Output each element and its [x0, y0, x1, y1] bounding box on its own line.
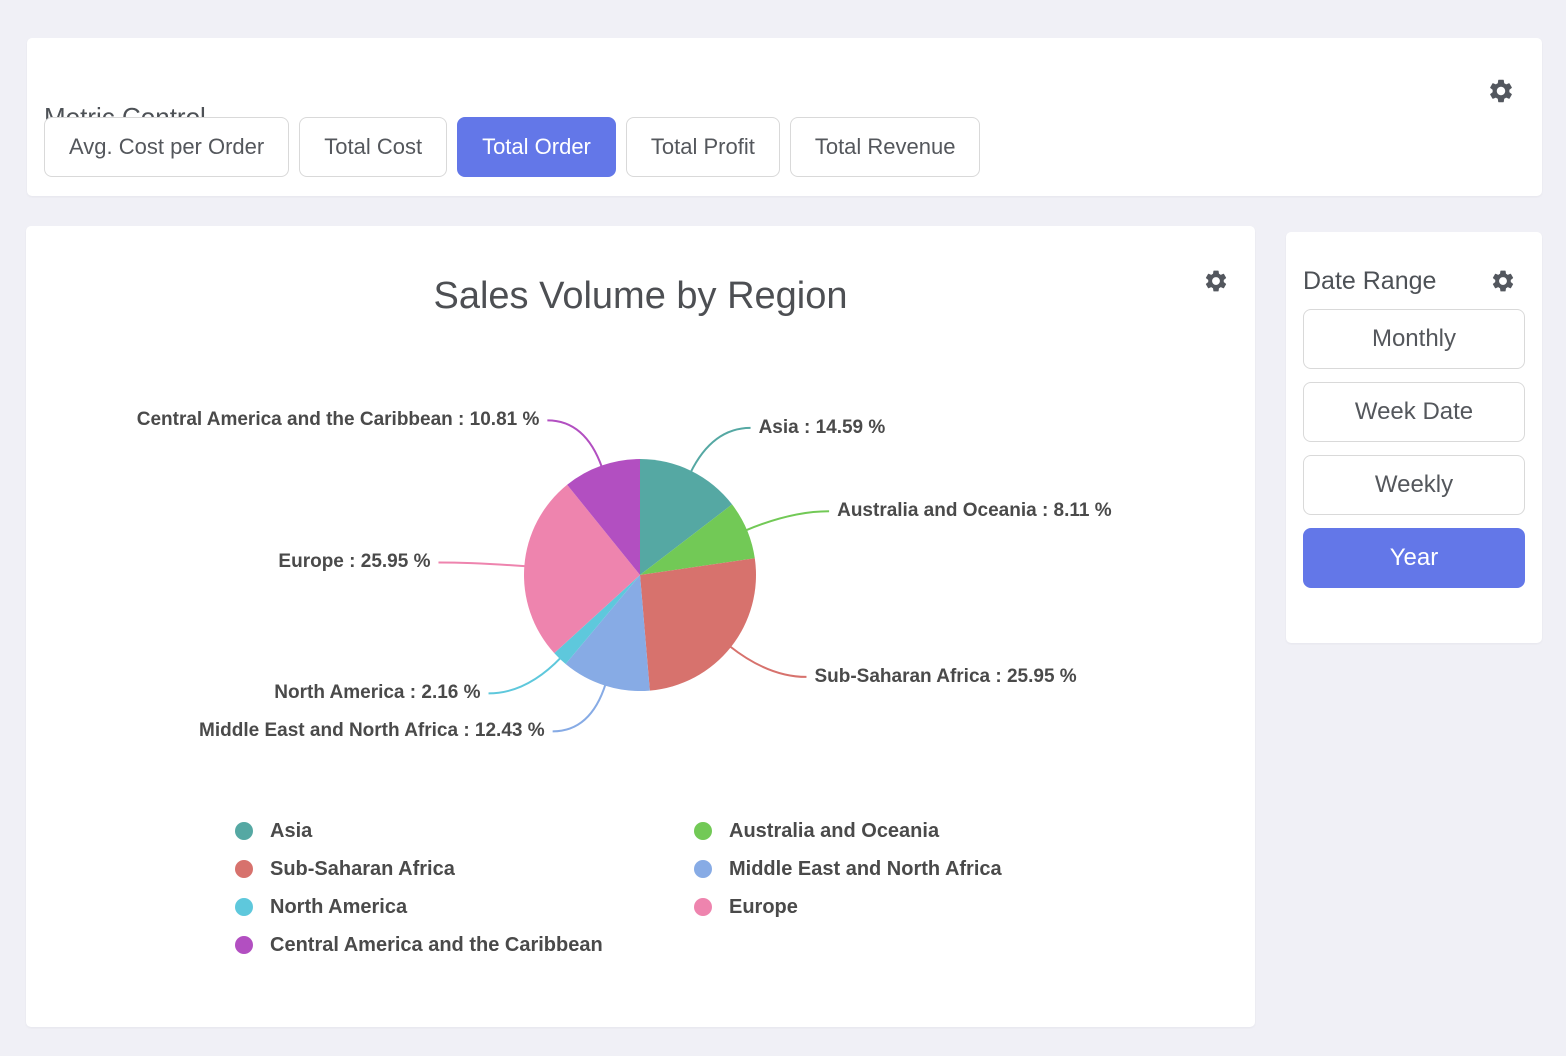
pie-label-line-north-america: [489, 657, 562, 693]
metric-button-total-cost[interactable]: Total Cost: [299, 117, 447, 177]
date-range-button-monthly[interactable]: Monthly: [1303, 309, 1525, 369]
legend-label: Sub-Saharan Africa: [270, 858, 455, 881]
date-range-panel: Date Range Monthly Week Date Weekly Year: [1286, 232, 1542, 643]
legend-label: Europe: [729, 896, 798, 919]
chart-legend: Asia Australia and Oceania Sub-Saharan Afr…: [235, 812, 1002, 964]
metric-button-total-revenue[interactable]: Total Revenue: [790, 117, 981, 177]
pie-label-line-middle-east-and-north-africa: [553, 684, 606, 732]
metric-button-group: Avg. Cost per OrderTotal CostTotal Order…: [44, 117, 980, 177]
date-settings-gear-icon[interactable]: [1490, 268, 1516, 294]
pie-slice-sub-saharan-africa[interactable]: [640, 558, 756, 690]
date-range-button-weekly[interactable]: Weekly: [1303, 455, 1525, 515]
date-range-button-year[interactable]: Year: [1303, 528, 1525, 588]
pie-label-line-asia: [690, 428, 750, 473]
pie-label-asia: Asia : 14.59 %: [759, 415, 886, 441]
legend-label: Middle East and North Africa: [729, 858, 1002, 881]
legend-label: Australia and Oceania: [729, 820, 939, 843]
sales-volume-chart-panel: Sales Volume by Region Asia : 14.59 %Aus…: [26, 226, 1255, 1027]
legend-dot-icon: [694, 898, 712, 916]
legend-item-sub-saharan-africa[interactable]: Sub-Saharan Africa: [235, 858, 694, 881]
pie-label-line-central-america-and-the-caribbean: [547, 420, 602, 467]
pie-label-line-europe: [438, 562, 526, 566]
legend-item-north-america[interactable]: North America: [235, 896, 694, 919]
legend-item-central-america-and-the-caribbean[interactable]: Central America and the Caribbean: [235, 934, 694, 957]
metric-button-total-profit[interactable]: Total Profit: [626, 117, 780, 177]
date-range-button-week-date[interactable]: Week Date: [1303, 382, 1525, 442]
legend-dot-icon: [694, 860, 712, 878]
legend-item-asia[interactable]: Asia: [235, 820, 694, 843]
legend-dot-icon: [235, 898, 253, 916]
pie-label-sub-saharan-africa: Sub-Saharan Africa : 25.95 %: [814, 664, 1076, 690]
metric-settings-gear-icon[interactable]: [1487, 77, 1515, 105]
gear-icon: [1487, 77, 1515, 105]
legend-dot-icon: [235, 936, 253, 954]
metric-button-avg-cost-per-order[interactable]: Avg. Cost per Order: [44, 117, 289, 177]
pie-label-middle-east-and-north-africa: Middle East and North Africa : 12.43 %: [199, 718, 545, 744]
date-range-title: Date Range: [1303, 266, 1436, 296]
legend-dot-icon: [235, 822, 253, 840]
pie-label-line-sub-saharan-africa: [729, 646, 806, 677]
metric-button-total-order[interactable]: Total Order: [457, 117, 616, 177]
legend-label: Asia: [270, 820, 312, 843]
pie-label-north-america: North America : 2.16 %: [274, 680, 480, 706]
date-range-button-group: Monthly Week Date Weekly Year: [1303, 309, 1525, 588]
legend-dot-icon: [694, 822, 712, 840]
legend-label: North America: [270, 896, 407, 919]
legend-item-europe[interactable]: Europe: [694, 896, 1002, 919]
legend-dot-icon: [235, 860, 253, 878]
pie-label-europe: Europe : 25.95 %: [278, 549, 430, 575]
legend-item-australia-and-oceania[interactable]: Australia and Oceania: [694, 820, 1002, 843]
metric-control-panel: Metric Control Avg. Cost per OrderTotal …: [27, 38, 1542, 196]
pie-label-line-australia-and-oceania: [745, 511, 829, 530]
legend-item-middle-east-and-north-africa[interactable]: Middle East and North Africa: [694, 858, 1002, 881]
pie-label-australia-and-oceania: Australia and Oceania : 8.11 %: [837, 498, 1112, 524]
gear-icon: [1490, 268, 1516, 294]
legend-label: Central America and the Caribbean: [270, 934, 603, 957]
pie-label-central-america-and-the-caribbean: Central America and the Caribbean : 10.8…: [137, 407, 540, 433]
